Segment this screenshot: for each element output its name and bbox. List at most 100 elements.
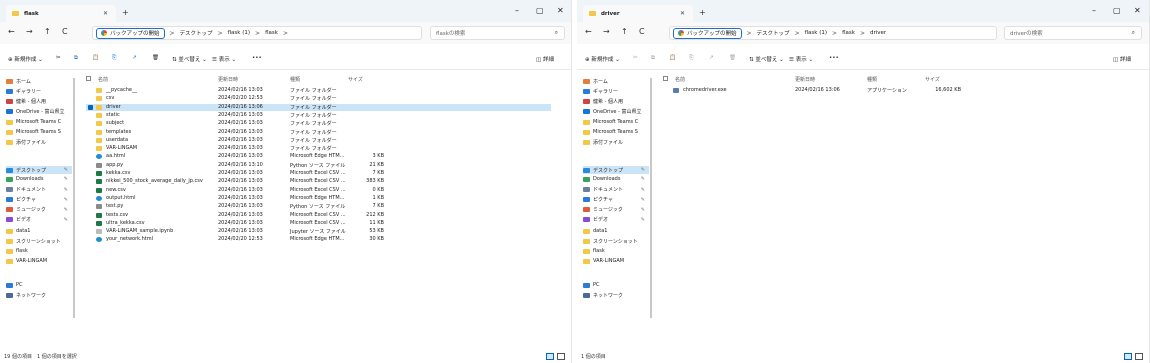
sidebar-item[interactable]: ギャラリー [6,88,72,95]
minimize-button[interactable]: – [515,6,519,15]
paste-icon[interactable]: 📋 [669,55,676,61]
sidebar-item[interactable]: PC [583,282,649,288]
sidebar-item[interactable]: Microsoft Teams C [583,119,649,125]
tiles-view-icon[interactable] [1135,353,1143,360]
file-row[interactable]: your_network.html 2024/02/20 12:53 Microso… [86,236,551,243]
file-row[interactable]: VAR-LiNGAM_sample.ipynb 2024/02/16 13:03 J… [86,228,551,235]
column-date[interactable]: 更新日時 [795,76,815,83]
sidebar-item[interactable]: 添付ファイル [583,139,649,146]
close-window-button[interactable]: ✕ [557,6,564,15]
details-button[interactable]: ◫ 詳細 [1113,55,1131,63]
rename-icon[interactable]: ⎘ [689,55,693,62]
details-view-icon[interactable] [1124,353,1132,360]
file-row[interactable]: kekka.csv 2024/02/16 13:03 Microsoft Excel… [86,170,551,177]
tab-flask[interactable]: flask ✕ [6,5,116,22]
file-row[interactable]: userdata 2024/02/16 13:03 ファイル フォルダー [86,137,551,144]
new-button[interactable]: ⊕ 新規作成 ⌄ [585,55,620,63]
paste-icon[interactable]: 📋 [92,55,99,61]
copy-icon[interactable]: ⧉ [74,55,78,62]
breadcrumb-desktop[interactable]: デスクトップ [180,29,213,37]
sidebar-item[interactable]: 健希 - 個人用 [583,98,649,105]
breadcrumb-desktop[interactable]: デスクトップ [757,29,790,37]
view-button[interactable]: ☰ 表示 ⌄ [212,55,236,63]
column-name[interactable]: 名前 [675,76,685,83]
more-button[interactable]: ••• [829,55,839,61]
sidebar-item[interactable]: OneDrive - 富山県立 [583,108,649,115]
sidebar-item[interactable]: ミュージック ✎ [583,206,649,213]
sidebar-item[interactable]: ドキュメント ✎ [6,186,72,193]
file-row[interactable]: test.py 2024/02/16 13:03 Python ソース ファイル 7 … [86,203,551,210]
sidebar-item[interactable]: Downloads ✎ [583,176,649,182]
file-row[interactable]: output.html 2024/02/16 13:03 Microsoft Edg… [86,195,551,202]
breadcrumb-flask1[interactable]: flask (1) [228,30,250,36]
rename-icon[interactable]: ⎘ [112,55,116,62]
sort-button[interactable]: ⇅ 並べ替え ⌄ [172,55,207,63]
delete-icon[interactable]: 🗑 [729,55,736,61]
file-row[interactable]: templates 2024/02/16 13:03 ファイル フォルダー [86,129,551,136]
sidebar-item[interactable]: ホーム [6,78,72,85]
more-button[interactable]: ••• [252,55,262,61]
select-all-checkbox[interactable] [86,76,91,81]
file-row[interactable]: __pycache__ 2024/02/16 13:03 ファイル フォルダー [86,87,551,94]
backup-button[interactable]: バックアップの開始 [673,27,742,39]
address-bar[interactable]: バックアップの開始 > デスクトップ > flask (1) > flask > [92,26,422,40]
tab-driver[interactable]: driver ✕ [583,5,693,22]
new-tab-button[interactable]: + [699,8,706,17]
file-row[interactable]: ultra_kekka.csv 2024/02/16 13:03 Microsoft… [86,220,551,227]
sidebar-item[interactable]: スクリーンショット [6,238,72,245]
sidebar-item[interactable]: デスクトップ ✎ [583,166,649,174]
refresh-button[interactable]: C [639,27,645,36]
sidebar-item[interactable]: VAR-LiNGAM [6,258,72,264]
navigation-scrollbar[interactable] [72,72,76,347]
delete-icon[interactable]: 🗑 [152,55,159,61]
column-type[interactable]: 種類 [867,76,877,83]
sidebar-item[interactable]: ピクチャ ✎ [583,196,649,203]
file-row[interactable]: aa.html 2024/02/16 13:03 Microsoft Edge HT… [86,153,551,160]
breadcrumb-flask[interactable]: flask [265,30,278,36]
sidebar-item[interactable]: flask [6,248,72,254]
tab-close-icon[interactable]: ✕ [103,10,108,17]
breadcrumb-flask1[interactable]: flask (1) [805,30,827,36]
sidebar-item[interactable]: ピクチャ ✎ [6,196,72,203]
minimize-button[interactable]: – [1092,6,1096,15]
sidebar-item[interactable]: data1 [583,228,649,234]
sidebar-item[interactable]: ドキュメント ✎ [583,186,649,193]
sidebar-item[interactable]: 添付ファイル [6,139,72,146]
share-icon[interactable]: ↗ [132,55,137,61]
file-row[interactable]: app.py 2024/02/16 13:10 Python ソース ファイル 21 … [86,162,551,169]
up-button[interactable]: ↑ [621,27,628,36]
sidebar-item[interactable]: Microsoft Teams S [6,129,72,135]
column-name[interactable]: 名前 [98,76,108,83]
cut-icon[interactable]: ✂ [56,55,61,61]
sidebar-item[interactable]: OneDrive - 富山県立 [6,108,72,115]
sidebar-item[interactable]: ホーム [583,78,649,85]
file-row[interactable]: subject 2024/02/16 13:03 ファイル フォルダー [86,120,551,127]
sidebar-item[interactable]: ビデオ ✎ [583,216,649,223]
address-bar[interactable]: バックアップの開始 > デスクトップ > flask (1) > flask >… [669,26,997,40]
sidebar-item[interactable]: ネットワーク [583,292,649,299]
view-button[interactable]: ☰ 表示 ⌄ [789,55,813,63]
search-input[interactable]: driverの検索 ⌕ [1004,26,1142,40]
sidebar-item[interactable]: ビデオ ✎ [6,216,72,223]
file-row[interactable]: nikkei_500_stock_average_daily_jp.csv 202… [86,178,551,185]
file-row[interactable]: driver 2024/02/16 13:06 ファイル フォルダー [86,103,551,111]
file-row[interactable]: new.csv 2024/02/16 13:03 Microsoft Excel C… [86,187,551,194]
copy-icon[interactable]: ⧉ [651,55,655,62]
details-button[interactable]: ◫ 詳細 [536,55,554,63]
forward-button[interactable]: → [26,27,33,36]
close-window-button[interactable]: ✕ [1134,6,1141,15]
details-view-icon[interactable] [546,353,554,360]
up-button[interactable]: ↑ [44,27,51,36]
sidebar-item[interactable]: デスクトップ ✎ [6,166,72,174]
sidebar-item[interactable]: スクリーンショット [583,238,649,245]
sidebar-item[interactable]: 健希 - 個人用 [6,98,72,105]
sidebar-item[interactable]: Microsoft Teams S [583,129,649,135]
column-type[interactable]: 種類 [290,76,300,83]
column-size[interactable]: サイズ [925,76,940,83]
maximize-button[interactable]: ▢ [536,6,544,15]
file-row[interactable]: tests.csv 2024/02/16 13:03 Microsoft Excel… [86,212,551,219]
back-button[interactable]: ← [585,27,592,36]
sort-button[interactable]: ⇅ 並べ替え ⌄ [749,55,784,63]
search-input[interactable]: flaskの検索 ⌕ [430,26,565,40]
sidebar-item[interactable]: ミュージック ✎ [6,206,72,213]
